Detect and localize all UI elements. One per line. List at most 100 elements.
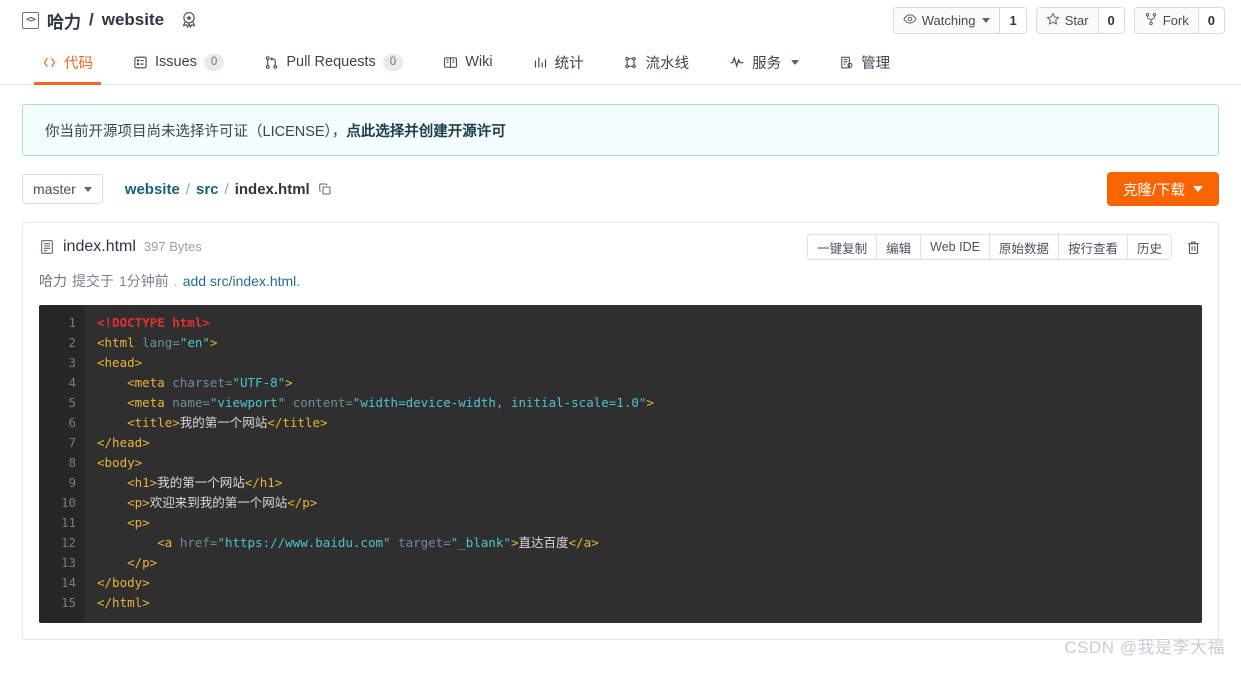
- code-line: <h1>我的第一个网站</h1>: [97, 473, 1202, 493]
- commit-author[interactable]: 哈力: [39, 271, 67, 291]
- file-action-edit[interactable]: 编辑: [876, 235, 921, 259]
- file-action-group: 一键复制 编辑 Web IDE 原始数据 按行查看 历史: [807, 234, 1172, 260]
- file-action-web-ide[interactable]: Web IDE: [920, 235, 989, 259]
- code-token: <a: [157, 535, 180, 550]
- file-text-icon: [39, 239, 55, 255]
- chevron-down-icon: [982, 17, 991, 23]
- book-icon: [443, 55, 458, 70]
- code-token: <html: [97, 335, 143, 350]
- tab-services-label: 服务: [752, 55, 782, 72]
- code-token: 欢迎来到我的第一个网站: [149, 495, 288, 510]
- tab-pipeline[interactable]: 流水线: [604, 40, 710, 84]
- star-button[interactable]: Star: [1036, 7, 1098, 33]
- code-token: "_blank": [450, 535, 511, 550]
- code-token: "en": [179, 335, 210, 350]
- watch-button[interactable]: Watching: [893, 7, 1000, 33]
- code-token: 我的第一个网站: [157, 475, 245, 490]
- code-token: >: [510, 535, 519, 550]
- file-action-history[interactable]: 历史: [1126, 235, 1171, 259]
- tab-wiki[interactable]: Wiki: [423, 40, 512, 84]
- breadcrumb-separator: /: [185, 180, 190, 198]
- code-line-number: 12: [60, 535, 76, 550]
- code-line-number: 1: [68, 315, 76, 330]
- code-content[interactable]: <!DOCTYPE html> <html lang="en"> <head> <m…: [85, 305, 1202, 623]
- breadcrumb-separator: /: [224, 180, 229, 198]
- breadcrumb-item-src[interactable]: src: [196, 181, 219, 198]
- tab-issues[interactable]: Issues 0: [113, 40, 244, 84]
- code-line: <p>欢迎来到我的第一个网站</p>: [97, 493, 1202, 513]
- breadcrumb-item-repo[interactable]: website: [125, 181, 180, 198]
- code-line-numbers: 1 2 3 4 5 6 7 8 9 10 11 12 13 14 15: [39, 305, 85, 623]
- eye-icon: [903, 12, 917, 29]
- code-token: content=: [285, 395, 353, 410]
- code-token: "https://www.baidu.com": [217, 535, 391, 550]
- clone-download-button[interactable]: 克隆/下载: [1106, 172, 1219, 206]
- tab-statistics[interactable]: 统计: [513, 40, 604, 84]
- chevron-down-icon: [791, 59, 800, 65]
- fork-count[interactable]: 0: [1197, 7, 1224, 33]
- repo-owner-link[interactable]: 哈力: [47, 8, 81, 33]
- repository-file-page: <> 哈力 / website Watching 1 Star 0 Fork 0…: [0, 0, 1241, 674]
- breadcrumb: website / src / index.html: [125, 181, 332, 198]
- code-token: "viewport": [209, 395, 286, 410]
- star-count[interactable]: 0: [1097, 7, 1124, 33]
- code-line: <head>: [97, 353, 1202, 373]
- tab-pipeline-label: 流水线: [645, 55, 690, 72]
- watch-count[interactable]: 1: [999, 7, 1026, 33]
- code-token: <!DOCTYPE html>: [97, 315, 210, 330]
- code-line-number: 5: [68, 395, 76, 410]
- fork-label: Fork: [1162, 12, 1189, 28]
- code-token: <p>: [127, 495, 150, 510]
- copy-icon[interactable]: [318, 182, 332, 196]
- settings-list-icon: [839, 55, 854, 70]
- fork-button[interactable]: Fork: [1134, 7, 1198, 33]
- code-line-number: 6: [68, 415, 76, 430]
- repo-title: <> 哈力 / website: [22, 8, 200, 33]
- code-line: </head>: [97, 433, 1202, 453]
- fork-icon: [1144, 12, 1158, 29]
- code-line: <body>: [97, 453, 1202, 473]
- repo-name-link[interactable]: website: [102, 10, 164, 30]
- pipeline-icon: [624, 55, 639, 70]
- commit-info: 哈力 提交于 1分钟前 . add src/index.html.: [23, 271, 1218, 305]
- code-token: <meta: [127, 395, 173, 410]
- code-token: </p>: [287, 495, 318, 510]
- tab-manage[interactable]: 管理: [819, 40, 910, 84]
- file-action-copy[interactable]: 一键复制: [808, 235, 877, 259]
- tab-services[interactable]: 服务: [709, 40, 819, 84]
- code-line: <html lang="en">: [97, 333, 1202, 353]
- chart-icon: [533, 55, 548, 70]
- code-line-number: 8: [68, 455, 76, 470]
- fork-button-group: Fork 0: [1133, 6, 1225, 34]
- code-line: </p>: [97, 553, 1202, 573]
- file-header: index.html 397 Bytes 一键复制 编辑 Web IDE 原始数…: [23, 223, 1218, 271]
- code-token: href=: [179, 535, 218, 550]
- code-line-number: 10: [60, 495, 76, 510]
- branch-name: master: [33, 181, 76, 197]
- code-line-number: 15: [60, 595, 76, 610]
- file-action-blame[interactable]: 按行查看: [1057, 235, 1127, 259]
- watch-label: Watching: [921, 12, 976, 28]
- code-token: charset=: [172, 375, 233, 390]
- trash-icon[interactable]: [1183, 239, 1204, 256]
- star-icon: [1046, 11, 1060, 29]
- tab-pull-requests[interactable]: Pull Requests 0: [244, 40, 423, 84]
- code-token: </title>: [267, 415, 328, 430]
- branch-selector[interactable]: master: [22, 174, 103, 204]
- tab-statistics-label: 统计: [554, 55, 584, 72]
- commit-message-link[interactable]: add src/index.html.: [183, 273, 301, 289]
- code-token: </body>: [97, 575, 150, 590]
- tab-code[interactable]: 代码: [22, 40, 113, 85]
- file-action-raw[interactable]: 原始数据: [988, 235, 1058, 259]
- code-token: </a>: [568, 535, 599, 550]
- page-content: 你当前开源项目尚未选择许可证（LICENSE）， 点此选择并创建开源许可 mas…: [0, 104, 1241, 640]
- code-token: lang=: [142, 335, 180, 350]
- tab-manage-label: 管理: [861, 55, 891, 72]
- code-token: >: [285, 375, 293, 390]
- license-banner-link[interactable]: 点此选择并创建开源许可: [346, 120, 506, 141]
- license-banner-text: 你当前开源项目尚未选择许可证（LICENSE），: [45, 123, 347, 140]
